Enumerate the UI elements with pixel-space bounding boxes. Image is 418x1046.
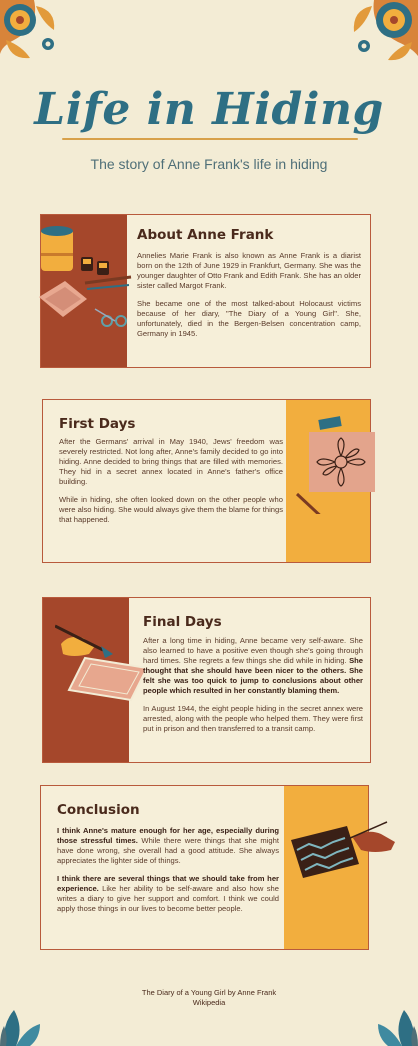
paragraph: I think there are several things that we… <box>57 874 279 914</box>
sewing-hand-icon <box>287 820 399 894</box>
paragraph-text: After a long time in hiding, Anne became… <box>143 636 363 665</box>
paragraph: While in hiding, she often looked down o… <box>59 495 283 524</box>
floral-ornament-icon <box>0 0 70 68</box>
section-body: After a long time in hiding, Anne became… <box>143 636 363 742</box>
page-subtitle: The story of Anne Frank's life in hiding <box>90 156 328 172</box>
paragraph: After the Germans' arrival in May 1940, … <box>59 437 283 486</box>
art-supplies-icon <box>35 223 135 337</box>
section-heading: First Days <box>59 416 136 432</box>
title-underline <box>62 138 358 140</box>
section-heading: Conclusion <box>57 802 140 818</box>
section-about: About Anne Frank Annelies Marie Frank is… <box>39 214 371 368</box>
embroidery-icon <box>291 414 381 524</box>
section-final-days: Final Days After a long time in hiding, … <box>42 597 371 763</box>
section-heading: About Anne Frank <box>137 227 274 243</box>
section-first-days: First Days After the Germans' arrival in… <box>42 399 375 563</box>
footer-source-2: Wikipedia <box>192 998 226 1007</box>
section-body: Annelies Marie Frank is also known as An… <box>137 251 361 347</box>
floral-ornament-icon <box>330 0 418 68</box>
footer-source: The Diary of a Young Girl by Anne Frank <box>141 988 277 997</box>
paragraph: After a long time in hiding, Anne became… <box>143 636 363 696</box>
leaf-icon <box>372 1006 418 1046</box>
page-title: Life in Hiding <box>34 84 384 135</box>
section-body: After the Germans' arrival in May 1940, … <box>59 437 283 533</box>
leaf-icon <box>0 1006 46 1046</box>
paragraph: She became one of the most talked-about … <box>137 299 361 338</box>
paragraph: Annelies Marie Frank is also known as An… <box>137 251 361 290</box>
paragraph: In August 1944, the eight people hiding … <box>143 704 363 733</box>
section-body: I think Anne's mature enough for her age… <box>57 826 279 922</box>
paragraph: I think Anne's mature enough for her age… <box>57 826 279 866</box>
section-conclusion: Conclusion I think Anne's mature enough … <box>40 785 395 950</box>
section-heading: Final Days <box>143 614 222 630</box>
